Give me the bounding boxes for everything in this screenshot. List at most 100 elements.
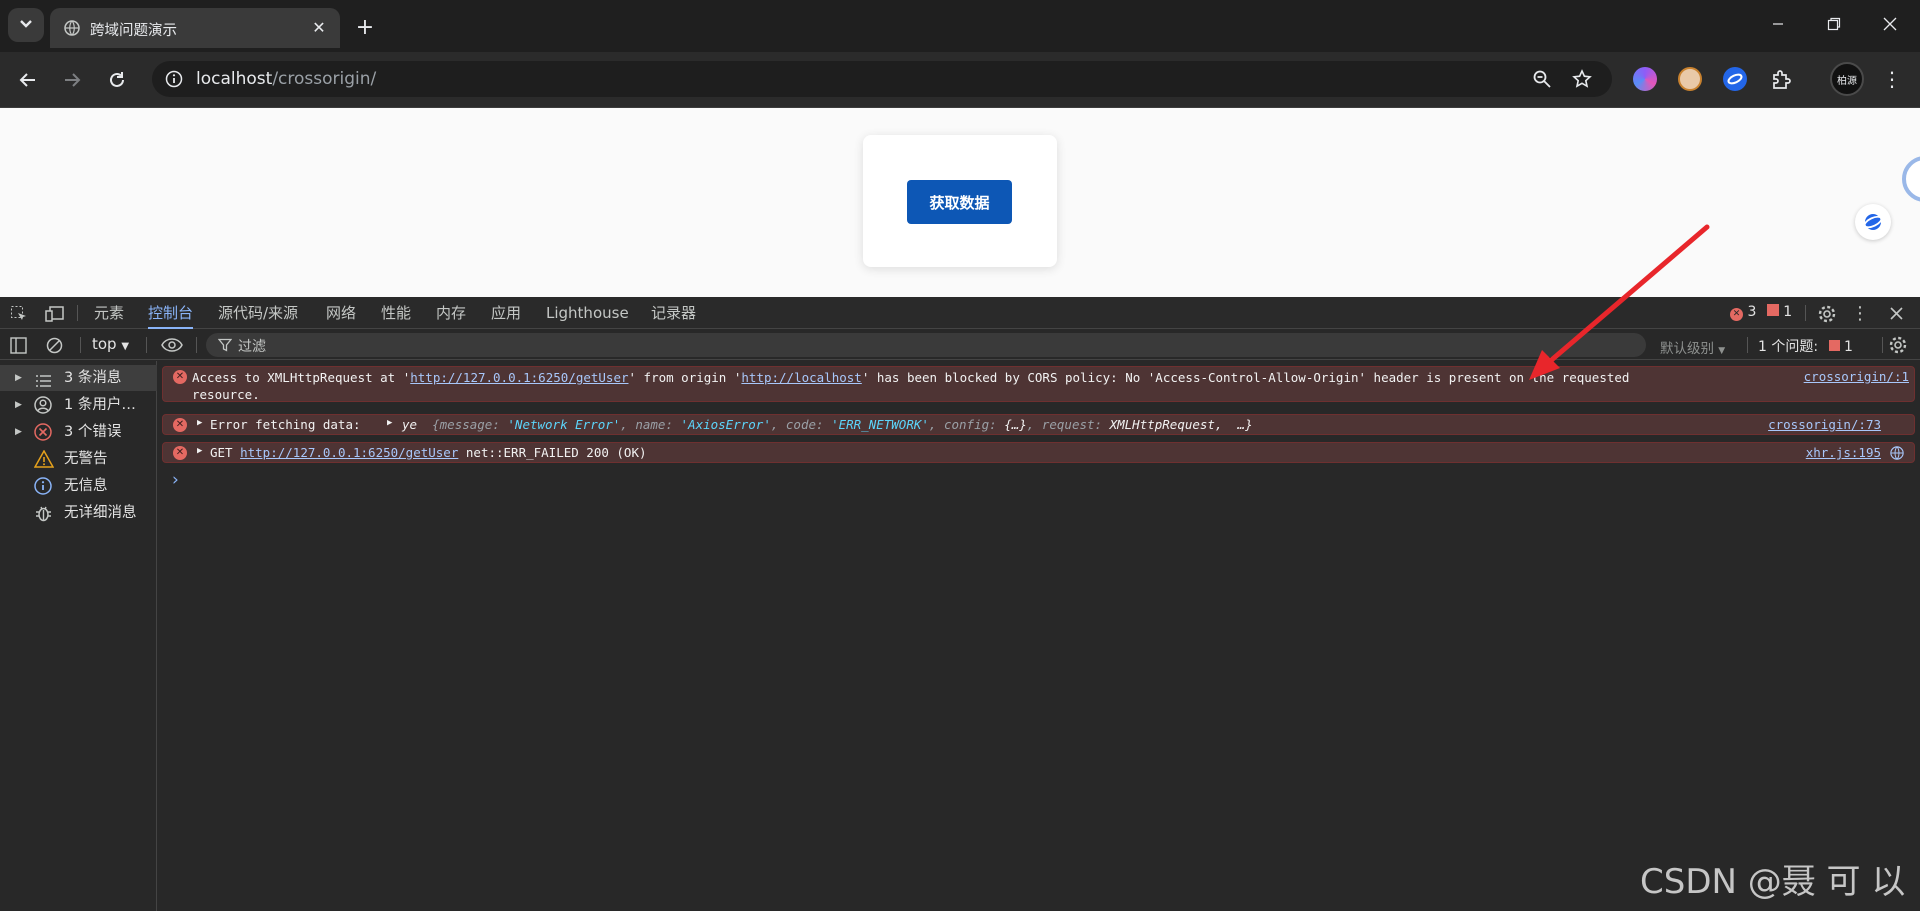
sidebar-toggle-icon[interactable] xyxy=(8,335,28,355)
inspect-element-icon[interactable] xyxy=(8,303,30,325)
tab-sources[interactable]: 源代码/来源 xyxy=(218,297,298,329)
issues-label: 1 个问题: xyxy=(1758,339,1819,355)
toolbar-divider xyxy=(1882,337,1883,353)
live-expression-eye-icon[interactable] xyxy=(160,334,184,356)
console-error-fetch[interactable]: ✕ ▶ Error fetching data: ▶ ye {message: … xyxy=(162,414,1915,435)
source-link[interactable]: crossorigin/:73 xyxy=(1768,417,1881,432)
tab-network[interactable]: 网络 xyxy=(326,297,356,329)
close-tab-icon[interactable]: ✕ xyxy=(308,16,330,38)
error-icon: ✕ xyxy=(173,446,187,460)
sidebar-item-label: 1 条用户… xyxy=(64,397,136,413)
back-button[interactable] xyxy=(12,64,44,96)
tab-title: 跨域问题演示 xyxy=(90,23,177,39)
sidebar-item-label: 3 个错误 xyxy=(64,424,122,440)
address-bar[interactable]: localhost/crossorigin/ xyxy=(152,61,1612,97)
object-key: code: xyxy=(785,417,824,432)
sidebar-item-messages[interactable]: ▶ 3 条消息 xyxy=(0,365,157,391)
sidebar-item-info[interactable]: 无信息 xyxy=(0,473,157,499)
brain-extension-icon[interactable] xyxy=(1633,67,1657,91)
text-segment: ' from origin ' xyxy=(628,370,742,385)
toolbar-divider xyxy=(146,337,147,353)
browser-tab[interactable]: 跨域问题演示 ✕ xyxy=(50,8,340,48)
source-link[interactable]: xhr.js:195 xyxy=(1806,445,1881,460)
object-key: config: xyxy=(943,417,997,432)
error-counter[interactable]: ✕ 3 1 xyxy=(1730,304,1792,321)
origin-url-link[interactable]: http://localhost xyxy=(741,370,861,385)
extensions-puzzle-icon[interactable] xyxy=(1768,67,1794,93)
source-link[interactable]: crossorigin/:1 xyxy=(1804,369,1909,384)
network-globe-icon[interactable] xyxy=(1890,446,1904,463)
floating-assistant-icon[interactable] xyxy=(1902,156,1920,202)
object-brace: { xyxy=(432,417,440,432)
issues-link[interactable]: 1 个问题: 1 xyxy=(1758,336,1853,356)
object-key: message: xyxy=(439,417,500,432)
context-selector[interactable]: top ▼ xyxy=(92,335,129,353)
minimize-button[interactable] xyxy=(1750,0,1806,48)
clear-console-icon[interactable] xyxy=(44,335,64,355)
devtools-close-icon[interactable] xyxy=(1884,301,1908,325)
profile-avatar[interactable]: 柏源 xyxy=(1830,62,1864,96)
devtools-panel: 元素 控制台 源代码/来源 网络 性能 内存 应用 Lighthouse 记录器… xyxy=(0,297,1920,911)
forward-button[interactable] xyxy=(56,64,88,96)
console-error-cors[interactable]: ✕ Access to XMLHttpRequest at 'http://12… xyxy=(162,366,1915,402)
console-error-get[interactable]: ✕ ▶ GET http://127.0.0.1:6250/getUser ne… xyxy=(162,442,1915,463)
tab-console[interactable]: 控制台 xyxy=(148,297,194,329)
sidebar-item-warnings[interactable]: 无警告 xyxy=(0,446,157,472)
filter-placeholder: 过滤 xyxy=(238,339,266,355)
close-window-button[interactable] xyxy=(1862,0,1918,48)
console-settings-icon[interactable] xyxy=(1886,334,1910,356)
object-string: 'AxiosError' xyxy=(680,417,771,432)
error-label: Error fetching data: xyxy=(210,417,361,432)
expand-caret-icon[interactable]: ▶ xyxy=(197,418,202,428)
tab-search-button[interactable] xyxy=(8,8,44,42)
toolbar-divider xyxy=(1747,337,1748,353)
object-key: name: xyxy=(635,417,673,432)
sidebar-item-user-messages[interactable]: ▶ 1 条用户… xyxy=(0,392,157,418)
object-string: 'Network Error' xyxy=(507,417,621,432)
device-toggle-icon[interactable] xyxy=(44,303,66,325)
sidebar-item-label: 无信息 xyxy=(64,478,108,494)
sidebar-item-verbose[interactable]: 无详细消息 xyxy=(0,500,157,526)
filter-input[interactable]: 过滤 xyxy=(206,333,1646,357)
expand-caret-icon[interactable]: ▶ xyxy=(387,418,392,428)
text-segment: ' has been blocked by CORS policy: No 'A… xyxy=(861,370,1630,385)
tab-memory[interactable]: 内存 xyxy=(436,297,466,329)
reload-button[interactable] xyxy=(101,64,133,96)
sidebar-item-errors[interactable]: ▶ 3 个错误 xyxy=(0,419,157,445)
site-info-icon[interactable] xyxy=(160,65,188,93)
console-prompt[interactable]: › xyxy=(172,470,179,490)
glasses-extension-icon[interactable] xyxy=(1678,67,1702,91)
context-value: top xyxy=(92,335,117,353)
tab-application[interactable]: 应用 xyxy=(491,297,521,329)
request-line: GET http://127.0.0.1:6250/getUser net::E… xyxy=(210,445,647,460)
log-level-select[interactable]: 默认级别 ▼ xyxy=(1660,337,1725,357)
fetch-data-button[interactable]: 获取数据 xyxy=(907,180,1012,224)
text-segment: resource. xyxy=(192,387,260,402)
tab-strip: 跨域问题演示 ✕ + xyxy=(0,0,1920,52)
tab-elements[interactable]: 元素 xyxy=(94,297,124,329)
zoom-icon[interactable] xyxy=(1530,67,1554,91)
tab-performance[interactable]: 性能 xyxy=(381,297,411,329)
restore-button[interactable] xyxy=(1806,0,1862,48)
log-level-value: 默认级别 xyxy=(1660,341,1714,357)
request-url-link[interactable]: http://127.0.0.1:6250/getUser xyxy=(240,445,458,460)
card: 获取数据 xyxy=(863,135,1057,267)
floating-saturn-icon[interactable] xyxy=(1855,204,1891,240)
new-tab-button[interactable]: + xyxy=(350,12,380,42)
devtools-more-icon[interactable]: ⋮ xyxy=(1850,301,1870,325)
tab-lighthouse[interactable]: Lighthouse xyxy=(546,297,629,329)
expand-caret-icon[interactable]: ▶ xyxy=(197,446,202,456)
request-url-link[interactable]: http://127.0.0.1:6250/getUser xyxy=(410,370,628,385)
console-sidebar: ▶ 3 条消息 ▶ 1 条用户… ▶ 3 个错误 无警告 无信息 无详细消息 xyxy=(0,361,157,911)
bookmark-star-icon[interactable] xyxy=(1570,67,1594,91)
tab-recorder[interactable]: 记录器 xyxy=(651,297,696,329)
browser-menu-icon[interactable]: ⋮ xyxy=(1880,64,1904,94)
issue-flag-icon xyxy=(1766,304,1779,316)
devtools-tabbar: 元素 控制台 源代码/来源 网络 性能 内存 应用 Lighthouse 记录器… xyxy=(0,297,1920,329)
settings-gear-icon[interactable] xyxy=(1815,302,1839,326)
message-text: Access to XMLHttpRequest at 'http://127.… xyxy=(192,369,1672,403)
object-preview[interactable]: ye {message: 'Network Error', name: 'Axi… xyxy=(402,417,1253,432)
saturn-extension-icon[interactable] xyxy=(1723,67,1747,91)
filter-funnel-icon xyxy=(217,337,233,356)
expand-caret-icon: ▶ xyxy=(15,427,22,437)
